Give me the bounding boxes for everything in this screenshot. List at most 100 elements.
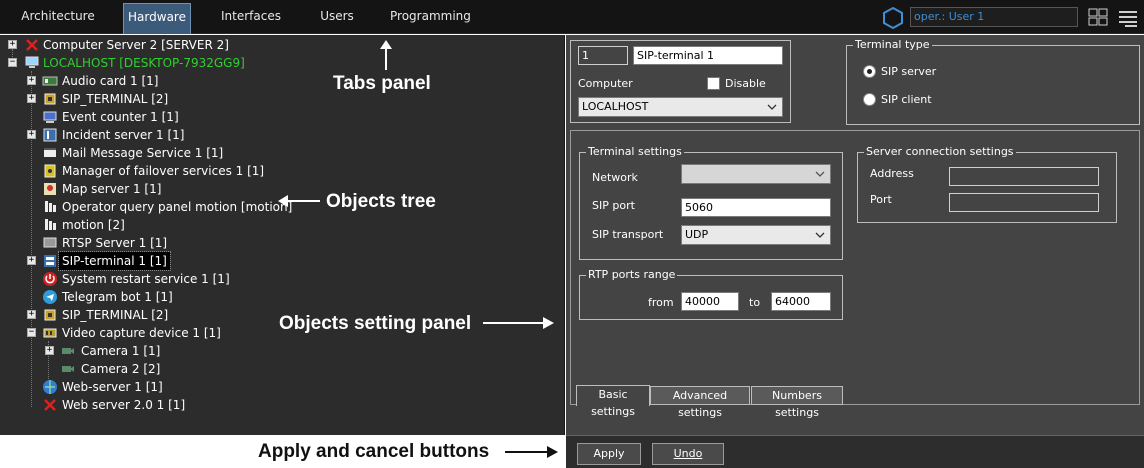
current-user-field[interactable]: oper.: User 1 <box>910 7 1078 27</box>
incident-server-icon <box>43 128 57 142</box>
rtp-to-field[interactable]: 64000 <box>771 292 831 311</box>
tab-programming[interactable]: Programming <box>390 0 471 34</box>
annotation-objects-setting-panel: Objects setting panel <box>279 313 472 334</box>
object-name-field[interactable]: SIP-terminal 1 <box>633 46 783 65</box>
tree-item[interactable]: − LOCALHOST [DESKTOP-7932GG9] <box>0 54 560 72</box>
server-connection-title: Server connection settings <box>864 145 1016 159</box>
terminal-settings-group: Terminal settings Network SIP port 5060 … <box>579 145 843 260</box>
terminal-type-group: Terminal type SIP server SIP client <box>846 38 1140 125</box>
sip-client-radio[interactable] <box>863 93 876 106</box>
tree-item-selected[interactable]: + SIP-terminal 1 [1] <box>0 251 560 271</box>
tree-item-label: Incident server 1 [1] <box>62 128 185 142</box>
expand-icon[interactable]: + <box>8 40 17 49</box>
tree-item[interactable]: Mail Message Service 1 [1] <box>0 144 560 162</box>
expand-icon[interactable]: + <box>45 346 54 355</box>
collapse-icon[interactable]: − <box>8 58 17 67</box>
red-cross-icon <box>26 39 38 51</box>
tab-basic-settings[interactable]: Basic settings <box>576 385 650 418</box>
tree-item-label: Web-server 1 [1] <box>62 380 163 394</box>
objects-setting-panel: 1 SIP-terminal 1 Computer Disable LOCALH… <box>566 35 1144 435</box>
rtp-from-field[interactable]: 40000 <box>681 292 739 311</box>
monitor-icon <box>43 111 57 123</box>
tab-advanced-settings[interactable]: Advanced settings <box>650 386 750 419</box>
tab-architecture[interactable]: Architecture <box>14 0 102 34</box>
tab-hardware[interactable]: Hardware <box>123 3 191 34</box>
port-label: Port <box>870 193 892 206</box>
tree-item[interactable]: Manager of failover services 1 [1] <box>0 162 560 180</box>
tree-item[interactable]: Web-server 1 [1] <box>0 378 560 396</box>
arrow-up-icon <box>380 40 392 70</box>
tree-item-label: Video capture device 1 [1] <box>62 326 221 340</box>
network-select[interactable] <box>681 164 831 184</box>
red-cross-icon <box>44 399 56 411</box>
expand-icon[interactable]: + <box>27 76 36 85</box>
address-field[interactable] <box>949 167 1099 186</box>
expand-icon[interactable]: + <box>27 94 36 103</box>
tree-item-label: Telegram bot 1 [1] <box>62 290 173 304</box>
arrow-left-icon <box>278 195 320 207</box>
tree-item-label: SIP-terminal 1 [1] <box>58 251 171 271</box>
port-field[interactable] <box>949 193 1099 212</box>
tree-item-label: System restart service 1 [1] <box>62 272 230 286</box>
tab-interfaces[interactable]: Interfaces <box>218 0 284 34</box>
tree-item[interactable]: RTSP Server 1 [1] <box>0 234 560 252</box>
tree-item[interactable]: + Audio card 1 [1] <box>0 72 560 90</box>
hamburger-menu-icon[interactable] <box>1117 8 1139 28</box>
tree-item-label: Manager of failover services 1 [1] <box>62 164 265 178</box>
motion-icon <box>45 219 56 230</box>
terminal-settings-title: Terminal settings <box>586 145 684 159</box>
chip-icon <box>44 93 56 105</box>
layout-grid-icon[interactable] <box>1088 8 1108 26</box>
arrow-right-icon <box>483 317 554 329</box>
hexagon-logo-icon <box>883 6 903 30</box>
camera-icon <box>62 366 74 372</box>
tab-numbers-settings[interactable]: Numbers settings <box>751 386 843 419</box>
computer-icon <box>25 56 39 68</box>
expand-icon[interactable]: + <box>27 256 36 265</box>
rtp-ports-title: RTP ports range <box>586 268 678 282</box>
tabs-bar: Architecture Hardware Interfaces Users P… <box>0 0 1144 34</box>
sip-terminal-icon <box>44 255 56 267</box>
tree-item[interactable]: Camera 2 [2] <box>0 360 560 378</box>
network-label: Network <box>592 171 638 184</box>
annotation-apply-cancel: Apply and cancel buttons <box>258 441 490 462</box>
computer-label: Computer <box>578 77 633 90</box>
object-id-field[interactable]: 1 <box>578 46 628 65</box>
tree-item[interactable]: Event counter 1 [1] <box>0 108 560 126</box>
tree-item-label: Web server 2.0 1 [1] <box>62 398 186 412</box>
disable-label: Disable <box>725 77 766 90</box>
apply-button[interactable]: Apply <box>577 443 641 465</box>
expand-icon[interactable]: + <box>27 130 36 139</box>
object-identity-group: 1 SIP-terminal 1 Computer Disable LOCALH… <box>570 40 791 123</box>
chevron-down-icon <box>815 232 825 238</box>
sip-client-label: SIP client <box>881 93 932 106</box>
rtsp-icon <box>43 237 57 248</box>
tree-item[interactable]: Web server 2.0 1 [1] <box>0 396 560 414</box>
expand-icon[interactable]: + <box>27 310 36 319</box>
computer-select[interactable]: LOCALHOST <box>578 97 783 117</box>
annotation-objects-tree: Objects tree <box>326 191 436 212</box>
map-icon <box>44 183 56 195</box>
sip-server-radio[interactable] <box>863 65 876 78</box>
server-connection-group: Server connection settings Address Port <box>857 145 1117 223</box>
collapse-icon[interactable]: − <box>27 328 36 337</box>
tab-users[interactable]: Users <box>316 0 358 34</box>
tree-item[interactable]: Telegram bot 1 [1] <box>0 288 560 306</box>
query-panel-icon <box>45 201 56 212</box>
tree-item[interactable]: + Camera 1 [1] <box>0 342 560 360</box>
telegram-icon <box>43 290 57 304</box>
tree-item[interactable]: System restart service 1 [1] <box>0 270 560 288</box>
tree-item-label: motion [2] <box>62 218 125 232</box>
rtp-ports-group: RTP ports range from 40000 to 64000 <box>579 268 843 320</box>
tree-item[interactable]: + Incident server 1 [1] <box>0 126 560 144</box>
annotation-tabs-panel: Tabs panel <box>333 73 431 94</box>
sip-transport-select[interactable]: UDP <box>681 225 831 245</box>
tree-item[interactable]: + Computer Server 2 [SERVER 2] <box>0 36 560 54</box>
tree-item-label: SIP_TERMINAL [2] <box>62 92 169 106</box>
tree-item[interactable]: + SIP_TERMINAL [2] <box>0 90 560 108</box>
tree-item[interactable]: motion [2] <box>0 216 560 234</box>
tree-item-label: Event counter 1 [1] <box>62 110 179 124</box>
sip-port-field[interactable]: 5060 <box>681 198 831 217</box>
undo-button[interactable]: Undo <box>652 443 724 465</box>
disable-checkbox[interactable] <box>707 77 720 90</box>
